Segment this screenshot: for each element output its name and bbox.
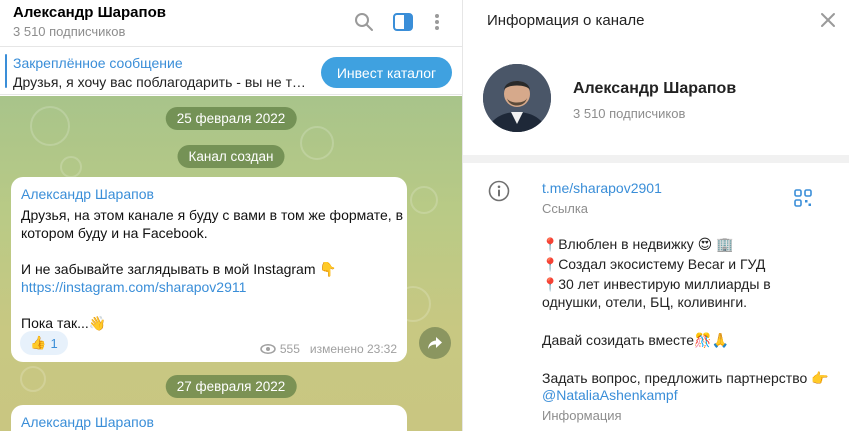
channel-subscribers: 3 510 подписчиков [573,106,686,121]
share-icon[interactable] [419,327,451,359]
message-line: И не забывайте заглядывать в мой Instagr… [21,260,337,278]
link-caption: Ссылка [542,201,589,216]
reaction-badge[interactable]: 👍 1 [20,331,68,355]
search-icon[interactable] [351,9,377,35]
description-line: Давай созидать вместе🎊🙏 [542,332,729,348]
pinned-bar [5,54,7,88]
instagram-link[interactable]: https://instagram.com/sharapov2911 [21,278,246,296]
chat-header[interactable]: Александр Шарапов 3 510 подписчиков [0,0,462,47]
message-author[interactable]: Александр Шарапов [21,414,154,430]
message-bubble[interactable]: Александр Шарапов Друзья, на этом канале… [11,177,407,362]
message-line: Друзья, на этом канале я буду с вами в т… [21,207,404,223]
chat-background: 25 февраля 2022 Канал создан Александр Ш… [0,96,462,431]
date-divider: 27 февраля 2022 [165,375,297,398]
divider [463,155,849,163]
invest-catalog-button[interactable]: Инвест каталог [321,57,452,88]
description-line: 📍30 лет инвестирую миллиарды в [542,276,771,292]
pinned-text: Друзья, я хочу вас поблагодарить - вы не… [13,74,313,90]
description-line: 📍Создал экосистему Becar и ГУД [542,256,766,272]
channel-link[interactable]: t.me/sharapov2901 [542,180,662,196]
message-meta: 555 изменено 23:32 [260,342,397,356]
wave-emoji: 👋 [88,315,107,331]
close-icon[interactable] [819,11,837,29]
message-text: И не забывайте заглядывать в мой Instagr… [21,261,316,277]
message-line: котором буду и на Facebook. [21,225,208,241]
avatar[interactable] [483,64,551,132]
chat-pane: Александр Шарапов 3 510 подписчиков Закр… [0,0,462,431]
message-line: Пока так...👋 [21,314,106,332]
pinned-label: Закреплённое сообщение [13,55,183,71]
point-down-emoji: 👇 [319,261,337,277]
description-text: Давай созидать вместе [542,332,695,348]
channel-name: Александр Шарапов [573,80,737,97]
channel-info-pane: Информация о канале Александр Шарапов 3 … [462,0,849,431]
message-author[interactable]: Александр Шарапов [21,186,154,202]
description-line: Задать вопрос, предложить партнерство 👉 [542,370,829,386]
description-text: Задать вопрос, предложить партнерство [542,370,808,386]
description-text: Создал экосистему Becar и ГУД [558,256,766,272]
edited-time: изменено 23:32 [309,342,397,356]
qr-code-icon[interactable] [794,189,812,207]
chat-subscribers: 3 510 подписчиков [13,24,126,39]
description-line: 📍Влюблен в недвижку 😍 🏢 [542,236,734,252]
message-bubble[interactable]: Александр Шарапов [11,405,407,431]
date-divider: 25 февраля 2022 [165,107,297,130]
description-text: Влюблен в недвижку [558,236,694,252]
views-count: 555 [279,342,300,356]
sidebar-toggle-icon[interactable] [390,9,416,35]
service-message: Канал создан [177,145,285,168]
thumbs-up-icon: 👍 [30,335,47,350]
description-line: однушки, отели, БЦ, коливинги. [542,294,748,310]
info-title: Информация о канале [487,12,645,29]
chat-title[interactable]: Александр Шарапов [13,4,166,21]
info-icon [488,180,510,202]
views-icon [260,344,276,354]
contact-link[interactable]: @NataliaAshenkampf [542,387,678,403]
description-caption: Информация [542,408,622,423]
description-text: 30 лет инвестирую миллиарды в [558,276,771,292]
more-vertical-icon[interactable] [424,9,450,35]
reaction-count: 1 [50,335,58,351]
message-text: Пока так... [21,315,89,331]
